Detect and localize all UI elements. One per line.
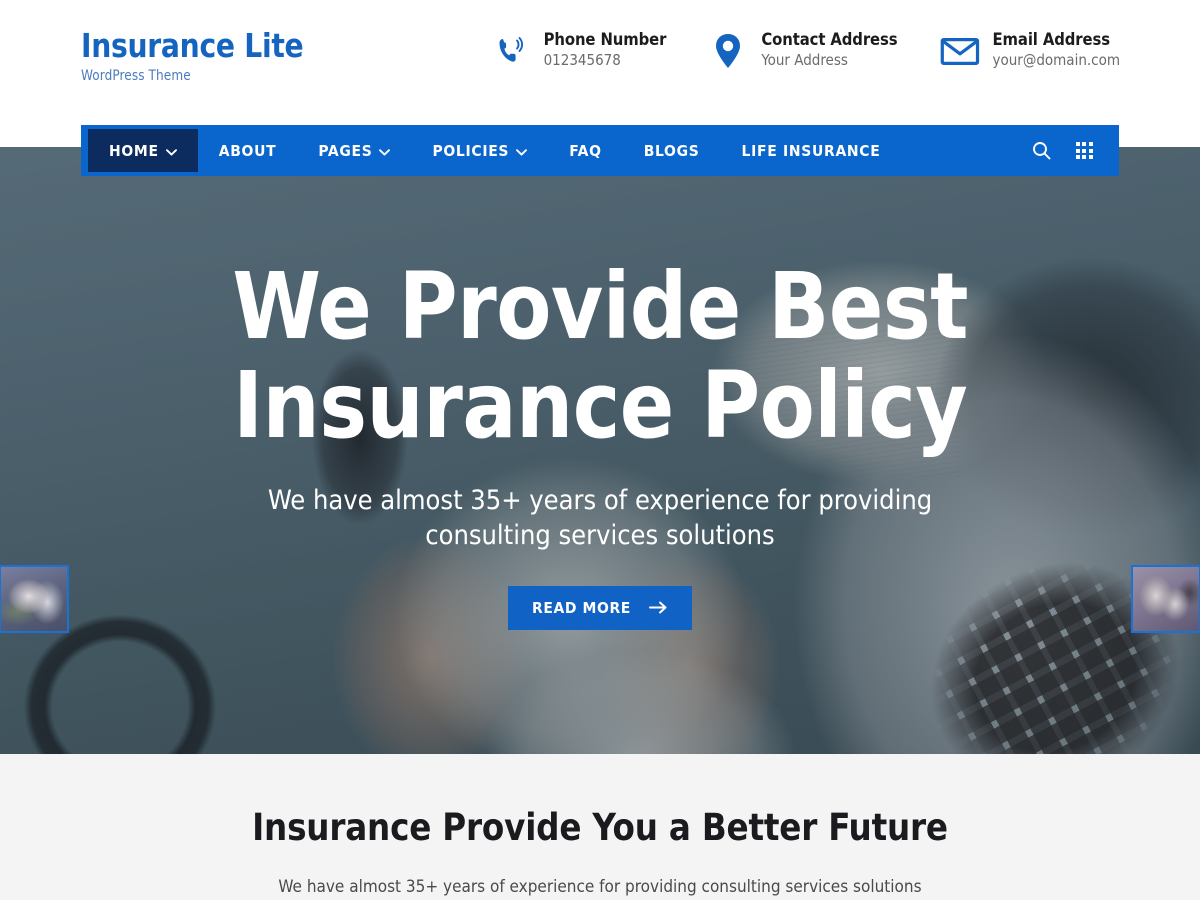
contact-value-address: Your Address	[761, 51, 848, 69]
arrow-right-icon	[648, 600, 668, 615]
intro-section-title: Insurance Provide You a Better Future	[252, 806, 948, 849]
nav-item-home[interactable]: HOME	[88, 129, 198, 172]
nav-item-faq-label: FAQ	[569, 141, 602, 160]
read-more-button[interactable]: READ MORE	[508, 585, 692, 630]
nav-item-life-insurance[interactable]: LIFE INSURANCE	[721, 125, 902, 176]
slider-thumbnail-prev[interactable]	[0, 565, 69, 633]
contact-label-address: Contact Address	[761, 30, 898, 49]
hero-slider: We Provide Best Insurance Policy We have…	[0, 147, 1200, 754]
page-root: Insurance Lite WordPress Theme Phone Num…	[0, 0, 1200, 900]
hero-title-line-2: Insurance Policy	[232, 352, 968, 460]
phone-ringing-icon	[491, 31, 531, 71]
site-title: Insurance Lite	[81, 26, 304, 65]
nav-actions	[1027, 125, 1119, 176]
map-pin-icon	[708, 31, 748, 71]
envelope-icon	[940, 31, 980, 71]
read-more-label: READ MORE	[532, 598, 631, 617]
nav-item-about-label: ABOUT	[218, 141, 277, 160]
slider-thumbnail-prev-image	[1, 567, 67, 631]
contact-item-phone[interactable]: Phone Number 012345678	[491, 30, 667, 71]
site-tagline: WordPress Theme	[81, 68, 191, 85]
hero-title-line-1: We Provide Best	[232, 253, 968, 360]
hero-subtitle: We have almost 35+ years of experience f…	[267, 484, 933, 551]
slider-thumbnail-next-image	[1133, 567, 1199, 631]
slider-thumbnail-next[interactable]	[1131, 565, 1200, 633]
grid-menu-icon[interactable]	[1070, 137, 1098, 165]
nav-item-blogs-label: BLOGS	[643, 141, 700, 160]
nav-item-life-insurance-label: LIFE INSURANCE	[741, 141, 881, 160]
contact-label-email: Email Address	[992, 30, 1111, 49]
hero-title: We Provide Best Insurance Policy	[232, 257, 968, 456]
site-branding[interactable]: Insurance Lite WordPress Theme	[81, 26, 315, 85]
nav-item-policies-label: POLICIES	[432, 141, 510, 160]
chevron-down-icon	[165, 142, 177, 160]
chevron-down-icon	[516, 142, 528, 160]
nav-menu: HOME ABOUT PAGES POLICIES FAQ BLOGS LIFE…	[81, 125, 901, 176]
nav-item-pages[interactable]: PAGES	[297, 125, 411, 176]
contact-item-address[interactable]: Contact Address Your Address	[708, 30, 898, 71]
nav-item-about[interactable]: ABOUT	[198, 125, 298, 176]
contact-label-phone: Phone Number	[543, 30, 667, 49]
search-icon[interactable]	[1027, 137, 1055, 165]
intro-section-subtitle: We have almost 35+ years of experience f…	[278, 877, 922, 897]
nav-item-blogs[interactable]: BLOGS	[623, 125, 721, 176]
nav-item-pages-label: PAGES	[318, 141, 373, 160]
grid-menu-dots	[1075, 142, 1093, 159]
main-navigation: HOME ABOUT PAGES POLICIES FAQ BLOGS LIFE…	[81, 125, 1119, 176]
nav-item-home-label: HOME	[109, 141, 159, 160]
chevron-down-icon	[379, 142, 391, 160]
nav-item-policies[interactable]: POLICIES	[411, 125, 548, 176]
contact-value-email: your@domain.com	[992, 51, 1121, 69]
intro-section: Insurance Provide You a Better Future We…	[0, 754, 1200, 900]
contact-item-email[interactable]: Email Address your@domain.com	[940, 30, 1121, 71]
header-contact-bar: Phone Number 012345678 Contact Address Y…	[491, 30, 1120, 71]
contact-value-phone: 012345678	[543, 51, 621, 69]
nav-item-faq[interactable]: FAQ	[548, 125, 623, 176]
hero-content: We Provide Best Insurance Policy We have…	[0, 147, 1200, 754]
